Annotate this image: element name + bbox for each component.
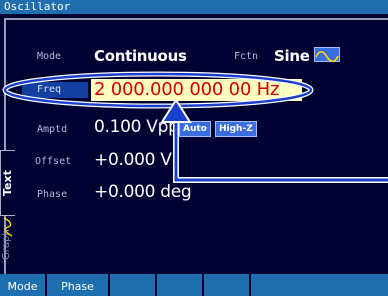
tab-text[interactable]: Text — [0, 150, 15, 216]
sine-wave-icon — [314, 47, 340, 63]
fctn-label: Fctn — [234, 51, 259, 62]
softkey-6[interactable] — [251, 274, 388, 296]
softkey-mode[interactable]: Mode — [0, 274, 47, 296]
offset-label: Offset — [35, 156, 72, 167]
freq-label: Freq — [37, 84, 62, 95]
graph-wave-icon — [3, 217, 13, 237]
view-tabs: Text Graph — [0, 150, 15, 274]
softkey-5[interactable] — [204, 274, 251, 296]
amptd-label: Amptd — [37, 124, 68, 135]
amptd-value[interactable]: 0.100 Vpp — [94, 117, 179, 137]
softkey-bar: Mode Phase — [0, 274, 388, 296]
window-title: Oscillator — [0, 0, 388, 14]
mode-value[interactable]: Continuous — [94, 47, 187, 65]
mode-label: Mode — [37, 51, 62, 62]
sine-wave-glyph — [315, 50, 339, 63]
high-z-badge: High-Z — [215, 121, 257, 137]
freq-input[interactable]: 2 000.000 000 00 Hz — [91, 79, 302, 101]
fctn-value[interactable]: Sine — [274, 47, 310, 65]
oscillator-screen: Oscillator Mode Continuous Fctn Sine Fre… — [0, 0, 388, 296]
softkey-3[interactable] — [110, 274, 157, 296]
softkey-phase[interactable]: Phase — [47, 274, 110, 296]
auto-badge: Auto — [179, 121, 211, 137]
phase-value[interactable]: +0.000 deg — [94, 182, 192, 202]
softkey-4[interactable] — [157, 274, 204, 296]
offset-value[interactable]: +0.000 V — [94, 150, 172, 170]
phase-label: Phase — [37, 189, 68, 200]
